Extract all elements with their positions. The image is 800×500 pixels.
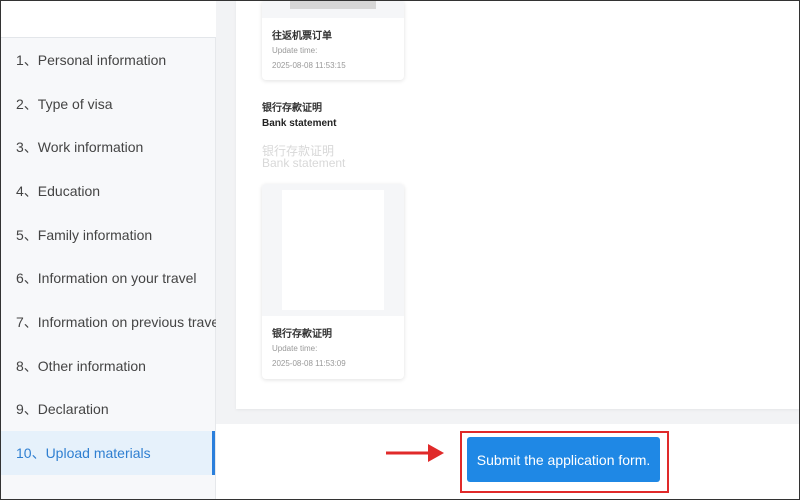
document-thumbnail[interactable]: [262, 0, 404, 18]
document-title: 往返机票订单: [272, 31, 332, 42]
sidebar-item-other-information[interactable]: 8、Other information: [0, 344, 215, 388]
main-content: 往返机票订单 Update time: 2025-08-08 11:53:15 …: [216, 0, 800, 424]
sidebar-item-personal-information[interactable]: 1、Personal information: [0, 38, 215, 82]
document-update-time: 2025-08-08 11:53:15: [272, 61, 346, 70]
section-title-cn: 银行存款证明: [262, 103, 322, 114]
sidebar-item-label: 7、Information on previous travel: [16, 313, 223, 330]
document-update-time: 2025-08-08 11:53:09: [272, 359, 346, 368]
sidebar-item-label: 9、Declaration: [16, 401, 109, 418]
sidebar-item-travel-information[interactable]: 6、Information on your travel: [0, 256, 215, 300]
uploaded-document-card[interactable]: 银行存款证明 Update time: 2025-08-08 11:53:09: [262, 184, 404, 379]
sidebar-item-label: 5、Family information: [16, 226, 153, 243]
upload-placeholder-en: Bank statement: [262, 156, 346, 170]
document-preview: [282, 190, 384, 310]
sidebar-item-education[interactable]: 4、Education: [0, 169, 215, 213]
section-title-en: Bank statement: [262, 118, 337, 129]
sidebar-item-label: 6、Information on your travel: [16, 270, 197, 287]
sidebar-item-label: 2、Type of visa: [16, 95, 113, 112]
document-preview-bar: [290, 0, 376, 9]
sidebar-nav: 1、Personal information 2、Type of visa 3、…: [0, 37, 222, 500]
arrow-right-icon: [386, 444, 444, 462]
uploaded-document-card[interactable]: 往返机票订单 Update time: 2025-08-08 11:53:15: [262, 0, 404, 80]
sidebar-item-upload-materials[interactable]: 10、Upload materials: [0, 431, 215, 475]
sidebar-item-declaration[interactable]: 9、Declaration: [0, 388, 215, 432]
sidebar-item-label: 1、Personal information: [16, 51, 167, 68]
sidebar-item-family-information[interactable]: 5、Family information: [0, 213, 215, 257]
document-title: 银行存款证明: [272, 329, 332, 340]
sidebar-item-label: 10、Upload materials: [16, 445, 151, 462]
sidebar-item-label: 4、Education: [16, 182, 101, 199]
document-update-label: Update time:: [272, 344, 318, 353]
sidebar-item-label: 3、Work information: [16, 139, 144, 156]
sidebar-item-type-of-visa[interactable]: 2、Type of visa: [0, 82, 215, 126]
sidebar-item-work-information[interactable]: 3、Work information: [0, 125, 215, 169]
document-update-label: Update time:: [272, 46, 318, 55]
upload-panel: 往返机票订单 Update time: 2025-08-08 11:53:15 …: [236, 0, 800, 409]
sidebar-item-previous-travel[interactable]: 7、Information on previous travel: [0, 300, 222, 344]
document-thumbnail[interactable]: [262, 184, 404, 316]
submit-application-button[interactable]: Submit the application form.: [467, 437, 660, 482]
sidebar-item-label: 8、Other information: [16, 357, 146, 374]
